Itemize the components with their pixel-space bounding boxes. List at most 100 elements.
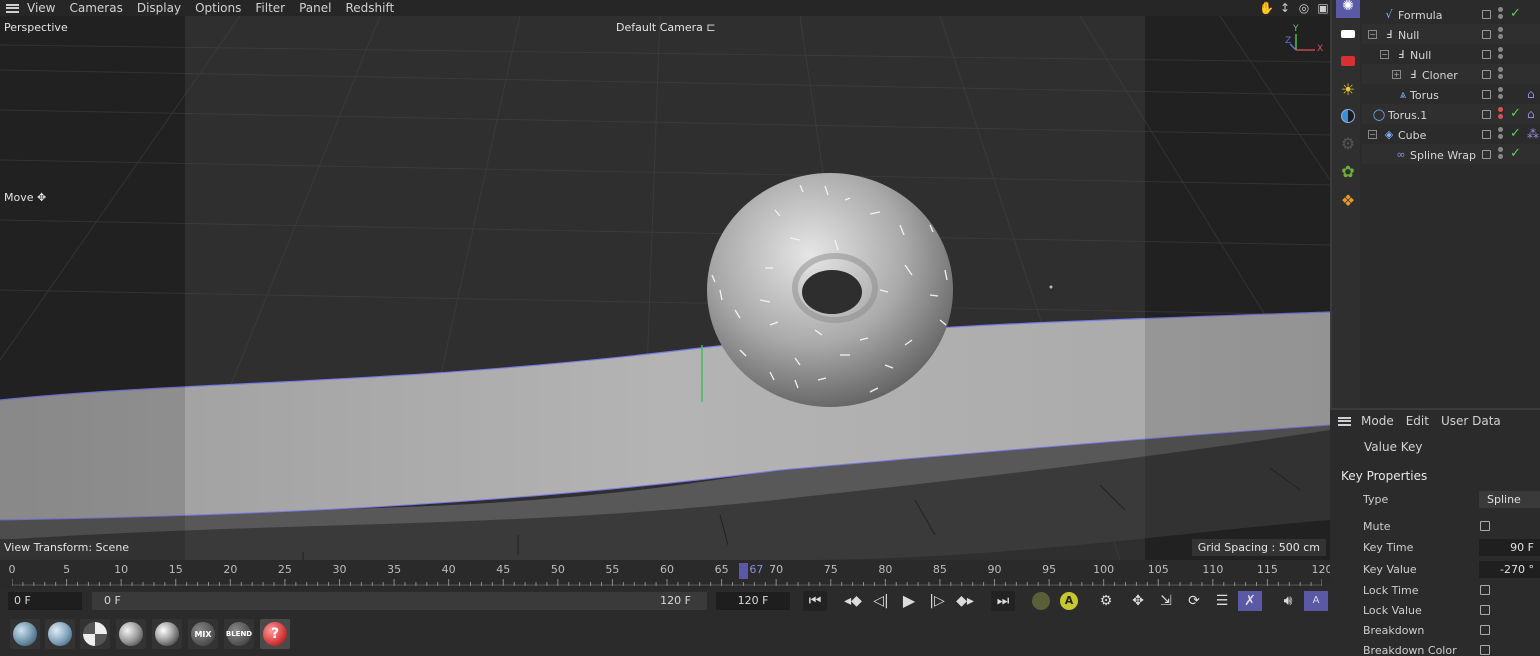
viewport-panel[interactable]: View Cameras Display Options Filter Pane… [0, 0, 1330, 560]
enabled-check-icon[interactable]: ✓ [1510, 126, 1521, 141]
hand-icon[interactable]: ✋ [1259, 1, 1274, 15]
visibility-dots[interactable] [1498, 87, 1504, 101]
tag-icon[interactable]: ⌂ [1527, 107, 1535, 121]
collapse-icon[interactable]: − [1368, 30, 1377, 39]
key-position-icon[interactable]: ⇲ [1154, 591, 1178, 611]
camera-label[interactable]: Default Camera ⊏ [616, 21, 716, 34]
key-parameter-icon[interactable]: ☰ [1210, 591, 1234, 611]
visibility-dots[interactable] [1498, 127, 1504, 141]
hamburger-menu-icon[interactable] [6, 3, 19, 13]
menu-cameras[interactable]: Cameras [69, 1, 122, 15]
layer-box[interactable] [1482, 70, 1491, 79]
enabled-check-icon[interactable]: ✓ [1510, 106, 1521, 121]
sound-icon[interactable]: 🔊︎ [1276, 591, 1300, 611]
material-blend[interactable]: BLEND [224, 619, 254, 649]
visibility-dots[interactable] [1498, 107, 1504, 121]
floor-light-icon[interactable] [1336, 22, 1360, 46]
key-time-field[interactable]: 90 F [1479, 539, 1540, 556]
collapse-icon[interactable]: − [1368, 130, 1377, 139]
visibility-dots[interactable] [1498, 67, 1504, 81]
next-frame-button[interactable]: |▷ [925, 591, 949, 611]
type-select[interactable]: Spline [1479, 491, 1540, 508]
breakdown-color-checkbox[interactable] [1480, 645, 1490, 655]
object-row-null[interactable]: − Ⅎ Null [1362, 24, 1540, 44]
end-time-field[interactable]: 120 F [716, 592, 790, 610]
go-to-start-button[interactable]: ⏮ [803, 591, 827, 611]
object-row-torus[interactable]: ⩓ Torus ⌂ [1362, 84, 1540, 104]
material-tag-icon[interactable] [1336, 104, 1360, 128]
orbit-icon[interactable]: ◎ [1297, 1, 1311, 15]
menu-options[interactable]: Options [195, 1, 241, 15]
layer-box[interactable] [1482, 50, 1491, 59]
effector-icon[interactable]: ✿ [1336, 159, 1360, 183]
object-row-torus-1[interactable]: ◯ Torus.1 ✓ ⌂ [1362, 104, 1540, 124]
visibility-dots[interactable] [1498, 47, 1504, 61]
enabled-check-icon[interactable]: ✓ [1510, 146, 1521, 161]
material-4[interactable] [116, 619, 146, 649]
lock-value-checkbox[interactable] [1480, 605, 1490, 615]
keyframe-selection-icon[interactable]: ✥ [1126, 591, 1150, 611]
object-row-cube[interactable]: − ◈ Cube ✓ ⁂ [1362, 124, 1540, 144]
layer-box[interactable] [1482, 110, 1491, 119]
object-manager-empty-area[interactable] [1362, 165, 1540, 408]
material-1[interactable] [10, 619, 40, 649]
lock-time-checkbox[interactable] [1480, 585, 1490, 595]
material-missing[interactable]: ? [260, 619, 290, 649]
next-key-button[interactable]: ◆▸ [953, 591, 977, 611]
object-row-null-child[interactable]: − Ⅎ Null [1362, 44, 1540, 64]
move-arrows-icon[interactable]: ↕ [1278, 1, 1292, 15]
material-checker[interactable] [80, 619, 110, 649]
object-row-formula[interactable]: √ Formula ✓ [1362, 4, 1540, 24]
menu-view[interactable]: View [27, 1, 55, 15]
playhead[interactable] [739, 563, 749, 579]
gear-icon[interactable]: ⚙ [1094, 591, 1118, 611]
tag-icon[interactable]: ⌂ [1527, 87, 1535, 101]
object-row-spline-wrap[interactable]: ∞ Spline Wrap ✓ [1362, 144, 1540, 164]
autokey-button[interactable]: A [1060, 592, 1078, 610]
expand-icon[interactable]: + [1392, 70, 1401, 79]
menu-user-data[interactable]: User Data [1441, 414, 1501, 428]
layer-box[interactable] [1482, 90, 1491, 99]
layer-box[interactable] [1482, 130, 1491, 139]
layer-box[interactable] [1482, 150, 1491, 159]
object-row-cloner[interactable]: + Ⅎ Cloner [1362, 64, 1540, 84]
material-mix[interactable]: MIX [188, 619, 218, 649]
key-rotation-icon[interactable]: ⟳ [1182, 591, 1206, 611]
key-pla-icon[interactable]: ✗ [1238, 591, 1262, 611]
menu-edit[interactable]: Edit [1406, 414, 1429, 428]
enabled-check-icon[interactable]: ✓ [1510, 6, 1521, 21]
tag-icon[interactable]: ⁂ [1527, 127, 1539, 141]
hamburger-menu-icon[interactable] [1338, 416, 1351, 426]
deformer-gear-icon[interactable]: ⚙ [1336, 131, 1360, 155]
current-time-field[interactable]: 0 F [8, 592, 82, 610]
layer-box[interactable] [1482, 30, 1491, 39]
prev-frame-button[interactable]: ◁| [869, 591, 893, 611]
menu-redshift[interactable]: Redshift [345, 1, 394, 15]
menu-display[interactable]: Display [137, 1, 181, 15]
mograph-icon[interactable]: ✺ [1336, 0, 1360, 18]
visibility-dots[interactable] [1498, 27, 1504, 41]
visibility-dots[interactable] [1498, 7, 1504, 21]
timeline-mode-icon[interactable]: A [1304, 591, 1328, 611]
material-2[interactable] [45, 619, 75, 649]
mute-checkbox[interactable] [1480, 521, 1490, 531]
record-button[interactable] [1032, 592, 1050, 610]
play-button[interactable]: ▶ [897, 591, 921, 611]
camera-icon[interactable] [1336, 49, 1360, 73]
prev-key-button[interactable]: ◂◆ [841, 591, 865, 611]
visibility-dots[interactable] [1498, 147, 1504, 161]
breakdown-checkbox[interactable] [1480, 625, 1490, 635]
menu-mode[interactable]: Mode [1361, 414, 1394, 428]
go-to-end-button[interactable]: ⏭ [991, 591, 1015, 611]
collapse-icon[interactable]: − [1380, 50, 1389, 59]
material-5[interactable] [152, 619, 182, 649]
simulation-icon[interactable]: ❖ [1336, 188, 1360, 212]
light-icon[interactable]: ☀ [1336, 77, 1360, 101]
maximize-icon[interactable]: ▣ [1316, 1, 1330, 15]
timeline-ruler[interactable]: 0 5 10 15 20 25 30 35 40 45 50 55 60 65 70 75 80 85 90 95 10… [0, 560, 1333, 588]
layer-box[interactable] [1482, 10, 1491, 19]
preview-range-slider[interactable]: 0 F 120 F [92, 592, 707, 610]
3d-scene[interactable] [0, 0, 1330, 560]
menu-filter[interactable]: Filter [255, 1, 285, 15]
torus-object[interactable] [707, 173, 953, 407]
